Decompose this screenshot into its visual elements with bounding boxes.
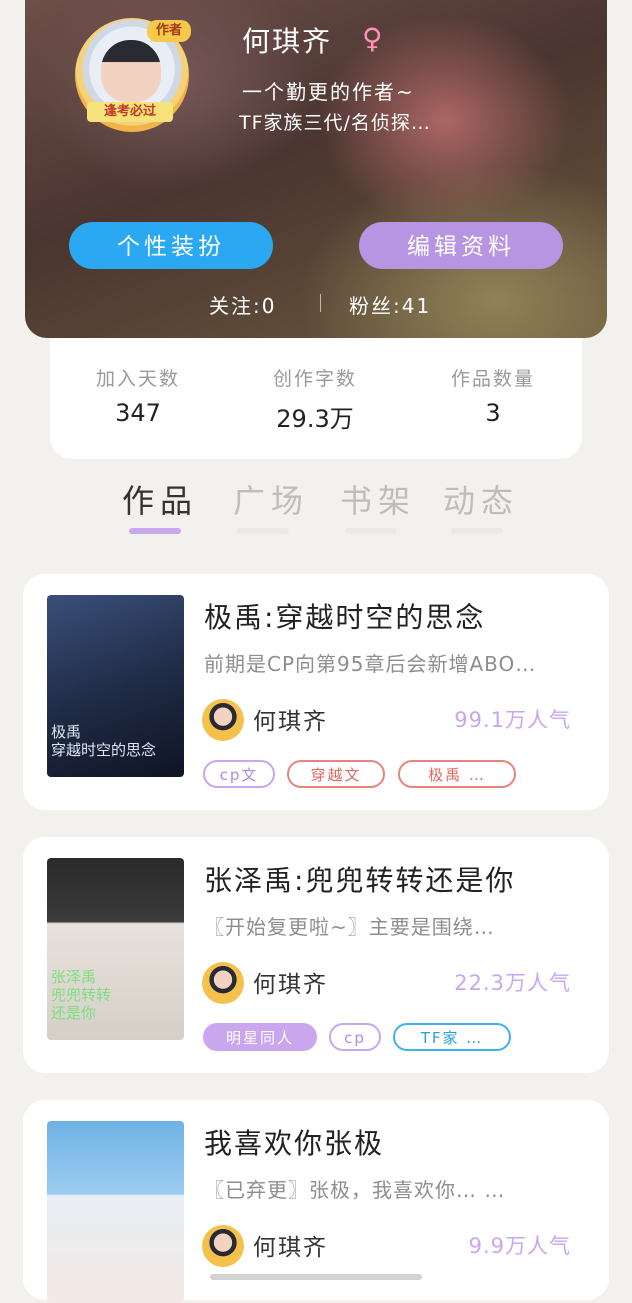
tab-indicator-square <box>237 528 289 534</box>
stat-value: 29.3万 <box>276 405 354 433</box>
stat-join-days: 加入天数 347 <box>58 364 218 427</box>
avatar-photo <box>101 40 161 102</box>
author-avatar <box>202 962 244 1004</box>
tab-indicator-bookshelf <box>345 528 397 534</box>
author-avatar <box>202 699 244 741</box>
work-cover[interactable] <box>47 1121 184 1303</box>
author-name: 何琪齐 <box>253 1235 328 1261</box>
follow-count[interactable]: 关注:0 <box>209 290 276 319</box>
author-name: 何琪齐 <box>253 709 328 735</box>
author-avatar[interactable]: 作者 逢考必过 <box>67 10 197 140</box>
tab-activity[interactable]: 动态 <box>443 476 519 522</box>
profile-header: 作者 逢考必过 何琪齐 ♀ 一个勤更的作者~ TF家族三代/名侦探… 个性装扮 … <box>25 0 607 338</box>
stat-work-count: 作品数量 3 <box>413 364 573 427</box>
tab-square[interactable]: 广场 <box>233 476 309 522</box>
work-tag[interactable]: 极禹 … <box>398 760 516 788</box>
author-avatar <box>202 1225 244 1267</box>
tab-works[interactable]: 作品 <box>122 476 198 522</box>
bio-line-2[interactable]: TF家族三代/名侦探… <box>239 108 431 135</box>
work-tag[interactable]: TF家 … <box>393 1023 511 1051</box>
stats-card: 加入天数 347 创作字数 29.3万 作品数量 3 <box>50 338 582 459</box>
profile-tabs: 作品 广场 书架 动态 <box>0 470 632 540</box>
work-card[interactable]: 极禹 穿越时空的思念 极禹:穿越时空的思念 前期是CP向第95章后会新增ABO…… <box>23 574 609 810</box>
tab-indicator-activity <box>451 528 503 534</box>
profile-name: 何琪齐 <box>242 25 333 58</box>
work-card[interactable]: 我喜欢你张极 〖已弃更〗张极，我喜欢你… … 何琪齐 9.9万人气 <box>23 1100 609 1303</box>
tab-bookshelf[interactable]: 书架 <box>340 476 416 522</box>
popularity-count: 22.3万人气 <box>454 971 571 995</box>
work-description: 前期是CP向第95章后会新增ABO… <box>204 652 537 676</box>
stat-label: 创作字数 <box>272 368 357 390</box>
work-description: 〖开始复更啦~〗主要是围绕… <box>204 915 495 939</box>
work-title[interactable]: 我喜欢你张极 <box>204 1122 384 1162</box>
stat-divider <box>320 294 321 312</box>
stat-label: 作品数量 <box>450 368 535 390</box>
stat-label: 加入天数 <box>95 368 180 390</box>
work-description: 〖已弃更〗张极，我喜欢你… … <box>204 1178 506 1202</box>
stat-value: 3 <box>485 399 501 427</box>
work-title[interactable]: 张泽禹:兜兜转转还是你 <box>204 859 515 899</box>
avatar-banner: 逢考必过 <box>87 102 173 122</box>
stat-value: 347 <box>115 399 161 427</box>
popularity-count: 9.9万人气 <box>468 1234 571 1258</box>
work-cover[interactable]: 张泽禹 兜兜转转 还是你 <box>47 858 184 1040</box>
bio-line-1: 一个勤更的作者~ <box>242 80 415 104</box>
work-card[interactable]: 张泽禹 兜兜转转 还是你 张泽禹:兜兜转转还是你 〖开始复更啦~〗主要是围绕… … <box>23 837 609 1073</box>
work-tag[interactable]: 穿越文 <box>287 760 385 788</box>
author-name: 何琪齐 <box>253 972 328 998</box>
cover-caption: 极禹 穿越时空的思念 <box>51 723 157 759</box>
tab-indicator-works <box>129 528 181 534</box>
cover-caption: 张泽禹 兜兜转转 还是你 <box>51 968 112 1022</box>
work-cover[interactable]: 极禹 穿越时空的思念 <box>47 595 184 777</box>
work-tag[interactable]: 明星同人 <box>203 1023 317 1051</box>
work-tag[interactable]: cp文 <box>203 760 275 788</box>
work-title[interactable]: 极禹:穿越时空的思念 <box>204 596 485 636</box>
avatar-badge: 作者 <box>147 20 191 42</box>
popularity-count: 99.1万人气 <box>454 708 571 732</box>
fans-count[interactable]: 粉丝:41 <box>349 290 431 319</box>
female-icon: ♀ <box>362 22 383 55</box>
stat-word-count: 创作字数 29.3万 <box>235 364 395 434</box>
dress-up-button[interactable]: 个性装扮 <box>69 222 273 269</box>
work-tag[interactable]: cp <box>329 1023 381 1051</box>
edit-profile-button[interactable]: 编辑资料 <box>359 222 563 269</box>
scroll-indicator[interactable] <box>210 1274 422 1280</box>
